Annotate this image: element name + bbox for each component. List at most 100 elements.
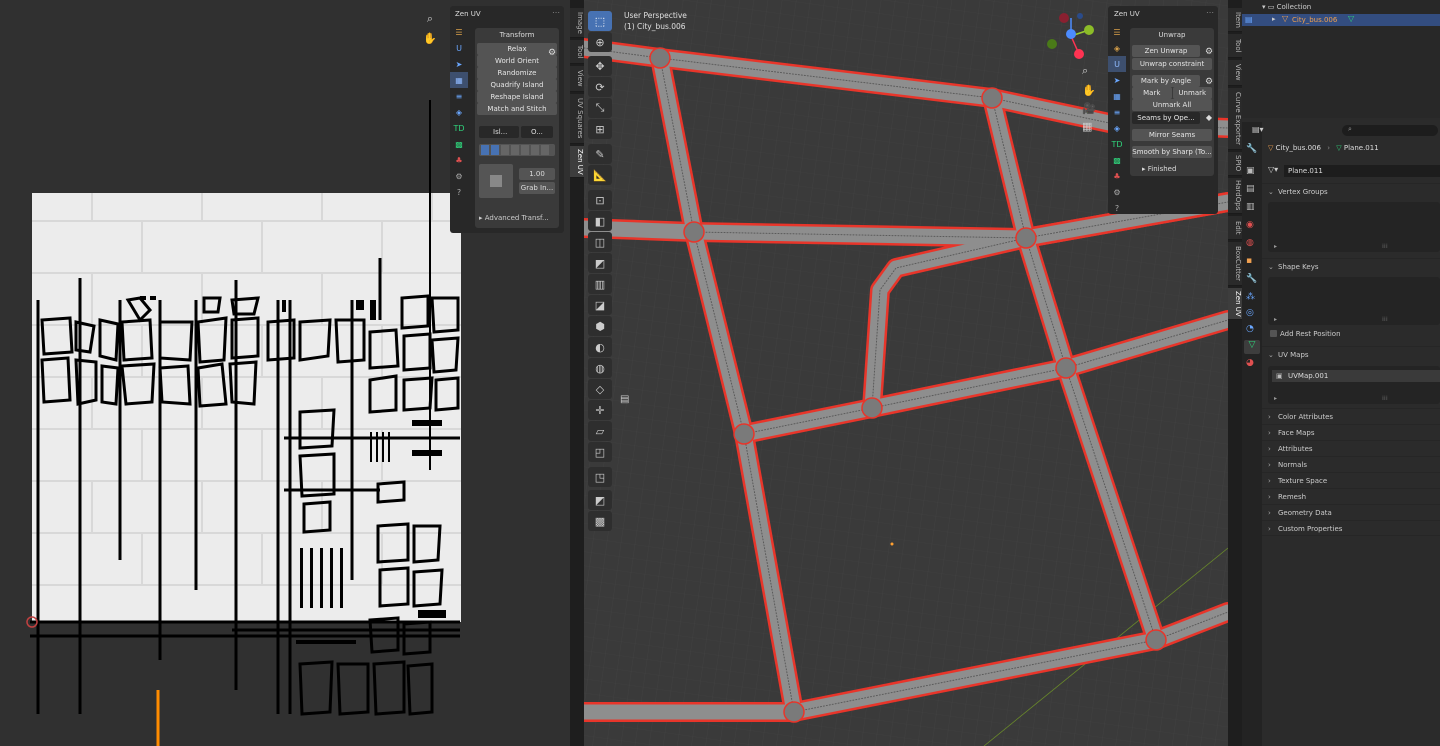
view-layer-tab-icon[interactable]: ▥ xyxy=(1246,202,1255,212)
help-icon[interactable]: ? xyxy=(450,184,468,200)
unwrap-settings-gear-icon[interactable]: ⚙ xyxy=(1203,46,1215,58)
properties-search-input[interactable]: ⌕ xyxy=(1342,125,1438,136)
edge-slide-tool-icon[interactable]: ◇ xyxy=(588,379,612,399)
custom-properties-header[interactable]: › Custom Properties xyxy=(1262,520,1440,536)
rip-region-tool-icon[interactable]: ◳ xyxy=(588,467,612,487)
tool-tab-icon[interactable]: 🔧 xyxy=(1246,144,1257,154)
scale-tool-icon[interactable]: ⤡ xyxy=(588,98,612,118)
bake-icon[interactable]: ♣ xyxy=(1108,168,1126,184)
mark-by-angle-button[interactable]: Mark by Angle xyxy=(1132,75,1200,87)
resize-handle-icon[interactable]: ⁞⁞⁞ xyxy=(1382,243,1388,250)
align-button[interactable] xyxy=(491,145,499,155)
u-icon[interactable]: U xyxy=(450,40,468,56)
loop-cut-tool-icon[interactable]: ▥ xyxy=(588,274,612,294)
value-field[interactable]: 1.00 xyxy=(519,168,555,180)
align-button[interactable] xyxy=(481,145,489,155)
direction-grid[interactable] xyxy=(479,164,513,198)
grab-button[interactable]: Grab In... xyxy=(519,182,555,194)
vertex-groups-list[interactable]: ▸ ⁞⁞⁞ xyxy=(1268,202,1440,252)
resize-handle-icon[interactable]: ⁞⁞⁞ xyxy=(1382,316,1388,323)
uv-map-item[interactable]: ▣ UVMap.001 xyxy=(1272,370,1440,382)
align-button[interactable] xyxy=(511,145,519,155)
shape-keys-list[interactable]: ▸ ⁞⁞⁞ xyxy=(1268,277,1440,325)
extrude-tool-icon[interactable]: ◧ xyxy=(588,211,612,231)
list-icon[interactable]: ☰ xyxy=(1108,24,1126,40)
tab-item[interactable]: Item xyxy=(1228,8,1242,32)
face-maps-header[interactable]: › Face Maps xyxy=(1262,424,1440,440)
outliner-object-row[interactable]: ▤ ▸ ▽ City_bus.006 ▽ xyxy=(1242,14,1440,26)
tab-hardops[interactable]: HardOps xyxy=(1228,178,1242,214)
uv-editor[interactable]: ⌕ ✋ Zen UV ⋯ ☰ U ➤ ▦ ≡ ◈ TD ▩ ♣ ⚙ ? Tran… xyxy=(0,0,570,746)
physics-tab-icon[interactable]: ◎ xyxy=(1246,308,1254,318)
smooth-by-sharp-button[interactable]: Smooth by Sharp (To... xyxy=(1132,146,1212,158)
u-icon[interactable]: U xyxy=(1108,56,1126,72)
align-button[interactable] xyxy=(531,145,539,155)
transform-icon[interactable]: ▦ xyxy=(1108,88,1126,104)
pan-hand-icon[interactable]: ✋ xyxy=(1082,84,1096,97)
expand-list-icon[interactable]: ▸ xyxy=(1274,243,1277,250)
uv-maps-list[interactable]: ▣ UVMap.001 ▸ ⁞⁞⁞ xyxy=(1268,366,1440,404)
mark-button[interactable]: Mark xyxy=(1132,87,1172,99)
remesh-header[interactable]: › Remesh xyxy=(1262,488,1440,504)
tab-zen-uv[interactable]: Zen UV xyxy=(1228,288,1242,320)
help-icon[interactable]: ? xyxy=(1108,200,1126,216)
checker-tool-icon[interactable]: ▩ xyxy=(588,511,612,531)
output-tab-icon[interactable]: ▤ xyxy=(1246,184,1255,194)
uv-maps-header[interactable]: ⌄ UV Maps xyxy=(1262,346,1440,362)
seams-by-select[interactable]: Seams by Ope... xyxy=(1132,112,1200,124)
measure-tool-icon[interactable]: 📐 xyxy=(588,165,612,185)
settings-icon[interactable]: ⚙ xyxy=(450,168,468,184)
relax-settings-gear-icon[interactable]: ⚙ xyxy=(546,47,558,59)
select-icon[interactable]: ➤ xyxy=(450,56,468,72)
color-attributes-header[interactable]: › Color Attributes xyxy=(1262,408,1440,424)
shrink-tool-icon[interactable]: ✛ xyxy=(588,400,612,420)
stack-icon[interactable]: ≡ xyxy=(450,88,468,104)
tab-tool[interactable]: Tool xyxy=(1228,34,1242,58)
expand-list-icon[interactable]: ▸ xyxy=(1274,395,1277,402)
align-button[interactable] xyxy=(521,145,529,155)
annotate-tool-icon[interactable]: ✎ xyxy=(588,144,612,164)
zoom-icon[interactable]: ⌕ xyxy=(1082,64,1088,78)
tab-view[interactable]: View xyxy=(1228,60,1242,86)
expand-icon[interactable]: ▸ xyxy=(1272,15,1276,23)
tab-curve-exporter[interactable]: Curve Exporter xyxy=(1228,88,1242,150)
particles-tab-icon[interactable]: ⁂ xyxy=(1246,292,1255,302)
settings-icon[interactable]: ⚙ xyxy=(1108,184,1126,200)
td-icon[interactable]: TD xyxy=(450,120,468,136)
island-select[interactable]: Isl... xyxy=(479,126,519,138)
layers-icon[interactable]: ◈ xyxy=(450,104,468,120)
vertex-groups-header[interactable]: ⌄ Vertex Groups xyxy=(1262,183,1440,199)
editor-type-icon[interactable]: ▤▾ xyxy=(1252,125,1264,134)
smooth-tool-icon[interactable]: ◍ xyxy=(588,358,612,378)
outliner-collection-row[interactable]: ▾ ▭ Collection xyxy=(1262,3,1311,11)
zen-unwrap-button[interactable]: Zen Unwrap xyxy=(1132,45,1200,57)
relax-button[interactable]: Relax xyxy=(477,43,557,55)
poly-build-tool-icon[interactable]: ⬢ xyxy=(588,316,612,336)
mesh-name-field[interactable]: Plane.011 xyxy=(1284,165,1440,177)
align-button[interactable] xyxy=(501,145,509,155)
match-and-stitch-button[interactable]: Match and Stitch xyxy=(477,103,557,115)
unmark-all-button[interactable]: Unmark All xyxy=(1132,99,1212,111)
quadrify-island-button[interactable]: Quadrify Island xyxy=(477,79,557,91)
tag-icon[interactable]: ◈ xyxy=(1108,40,1126,56)
world-orient-button[interactable]: World Orient xyxy=(477,55,557,67)
bevel-tool-icon[interactable]: ◩ xyxy=(588,253,612,273)
tab-tool[interactable]: Tool xyxy=(570,40,584,64)
randomize-button[interactable]: Randomize xyxy=(477,67,557,79)
tab-uv-squares[interactable]: UV Squares xyxy=(570,94,584,144)
advanced-transform-toggle[interactable]: ▸ Advanced Transf... xyxy=(479,214,549,222)
camera-icon[interactable]: 🎥 xyxy=(1082,102,1096,115)
spin-tool-icon[interactable]: ◐ xyxy=(588,337,612,357)
bake-icon[interactable]: ♣ xyxy=(450,152,468,168)
shear-tool-icon[interactable]: ▱ xyxy=(588,421,612,441)
layers-icon[interactable]: ◈ xyxy=(1108,120,1126,136)
align-button[interactable] xyxy=(541,145,549,155)
list-icon[interactable]: ☰ xyxy=(450,24,468,40)
constraints-tab-icon[interactable]: ◔ xyxy=(1246,324,1254,334)
unmark-button[interactable]: Unmark xyxy=(1172,87,1212,99)
stack-icon[interactable]: ≡ xyxy=(1108,104,1126,120)
attributes-header[interactable]: › Attributes xyxy=(1262,440,1440,456)
expand-list-icon[interactable]: ▸ xyxy=(1274,316,1277,323)
geometry-data-header[interactable]: › Geometry Data xyxy=(1262,504,1440,520)
perspective-grid-icon[interactable]: ▦ xyxy=(1082,120,1092,133)
